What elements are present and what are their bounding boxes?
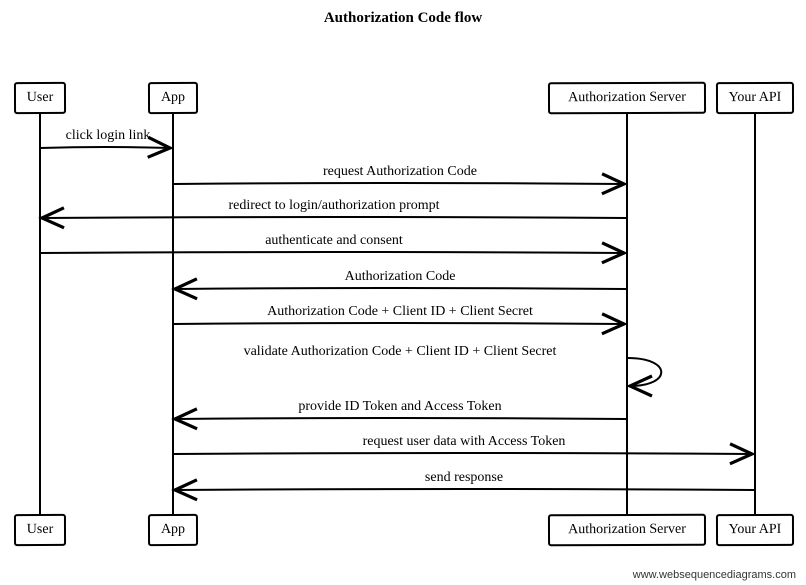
actor-api-bottom: Your API (716, 514, 794, 546)
actor-app-bottom: App (148, 514, 198, 546)
msg-request-user-data: request user data with Access Token (363, 434, 566, 450)
msg-request-auth-code: request Authorization Code (323, 164, 477, 180)
lifeline-authserver (626, 114, 628, 514)
msg-authenticate-consent: authenticate and consent (265, 233, 403, 249)
actor-api-top: Your API (716, 82, 794, 114)
actor-label: Your API (729, 522, 782, 537)
lifeline-api (754, 114, 756, 514)
diagram-title: Authorization Code flow (0, 10, 806, 27)
lifeline-user (39, 114, 41, 514)
actor-label: User (27, 90, 53, 105)
actor-label: User (27, 522, 53, 537)
msg-auth-code: Authorization Code (345, 269, 456, 285)
footer-attribution: www.websequencediagrams.com (633, 569, 796, 581)
actor-label: App (161, 522, 185, 537)
actor-app-top: App (148, 82, 198, 114)
msg-provide-tokens: provide ID Token and Access Token (298, 399, 501, 415)
msg-redirect-prompt: redirect to login/authorization prompt (228, 198, 439, 214)
msg-validate: validate Authorization Code + Client ID … (244, 344, 557, 360)
actor-user-top: User (14, 82, 66, 114)
msg-send-response: send response (425, 470, 503, 486)
actor-label: Your API (729, 90, 782, 105)
msg-click-login: click login link (66, 128, 151, 144)
actor-authserver-top: Authorization Server (548, 82, 706, 115)
actor-user-bottom: User (14, 514, 66, 546)
actor-label: App (161, 90, 185, 105)
actor-label: Authorization Server (568, 90, 686, 105)
actor-label: Authorization Server (568, 522, 686, 537)
msg-code-clientid-secret: Authorization Code + Client ID + Client … (267, 304, 533, 320)
lifeline-app (172, 114, 174, 514)
sequence-diagram: Authorization Code flow User App Authori… (0, 0, 806, 585)
actor-authserver-bottom: Authorization Server (548, 514, 706, 547)
